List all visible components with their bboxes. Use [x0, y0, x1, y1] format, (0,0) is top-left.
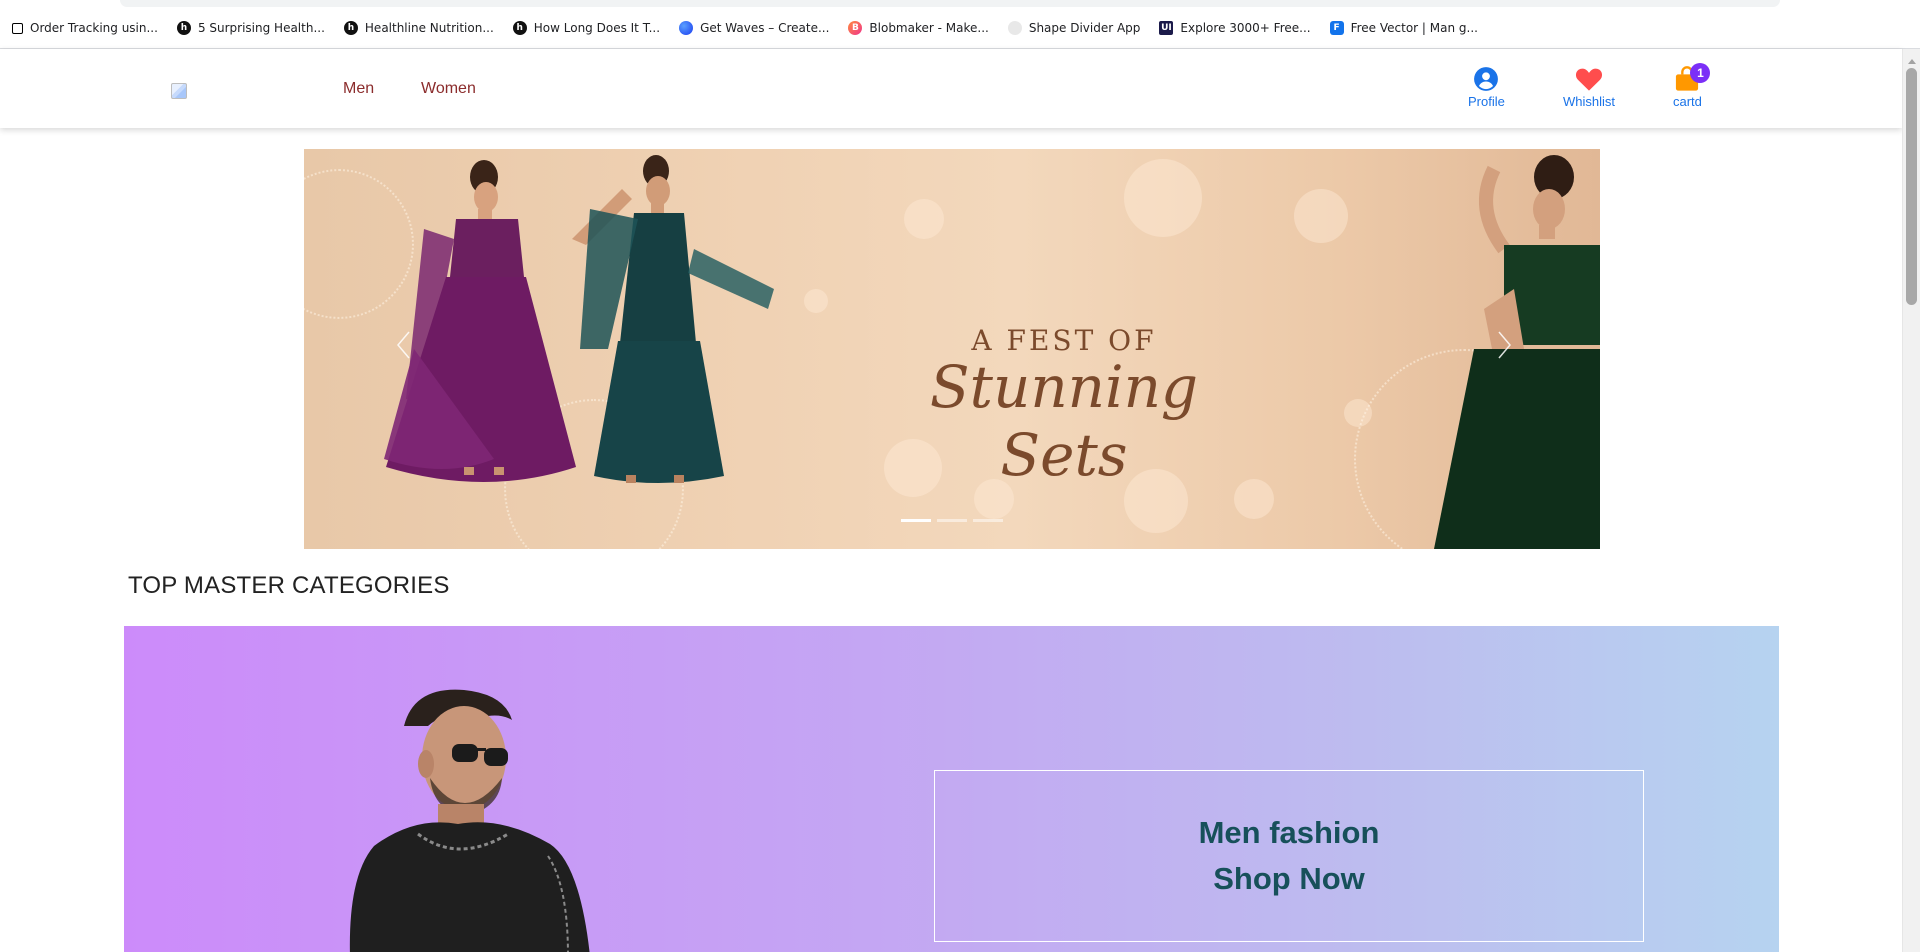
carousel-indicator[interactable] — [901, 519, 931, 522]
scrollbar-thumb[interactable] — [1906, 68, 1917, 305]
cart-button[interactable]: 1 cartd — [1673, 63, 1711, 109]
heart-icon — [1575, 68, 1603, 91]
bookmark-item[interactable]: Get Waves – Create... — [679, 18, 829, 38]
hero-carousel[interactable]: A FEST OF Stunning Sets — [304, 149, 1600, 549]
banner-headline: A FEST OF Stunning Sets — [874, 324, 1254, 489]
cart-label: cartd — [1673, 94, 1702, 109]
healthline-icon: h — [512, 21, 527, 35]
bookmarks-bar: Order Tracking usin... h 5 Surprising He… — [0, 0, 1920, 49]
profile-button[interactable]: Profile — [1468, 66, 1505, 109]
address-bar-edge — [120, 0, 1780, 7]
bookmark-item[interactable]: F Free Vector | Man g... — [1329, 18, 1478, 38]
bookmark-label: Free Vector | Man g... — [1350, 21, 1478, 35]
blobmaker-icon: B — [848, 21, 863, 35]
bookmark-item[interactable]: B Blobmaker - Make... — [848, 18, 989, 38]
banner-line-2: Stunning Sets — [929, 353, 1199, 489]
shop-now-box[interactable]: Men fashion Shop Now — [934, 770, 1644, 942]
bookmark-label: Blobmaker - Make... — [869, 21, 989, 35]
bookmark-label: How Long Does It T... — [533, 21, 661, 35]
men-model-illustration — [349, 689, 590, 952]
site-header: Men Women Profile Whishlist 1 cartd — [0, 49, 1902, 128]
profile-label: Profile — [1468, 94, 1505, 109]
bookmark-item[interactable]: h 5 Surprising Health... — [176, 18, 325, 38]
carousel-next-button[interactable] — [1484, 325, 1524, 365]
carousel-prev-button[interactable] — [384, 325, 424, 365]
broken-logo-image-icon[interactable] — [171, 83, 187, 99]
carousel-indicator[interactable] — [973, 519, 1003, 522]
uiverse-icon: UI — [1159, 21, 1174, 35]
section-title: TOP MASTER CATEGORIES — [128, 572, 450, 599]
bookmarks-list: Order Tracking usin... h 5 Surprising He… — [12, 18, 1497, 38]
bookmark-item[interactable]: Shape Divider App — [1007, 18, 1141, 38]
healthline-icon: h — [176, 21, 191, 35]
wishlist-button[interactable]: Whishlist — [1563, 66, 1615, 109]
chevron-left-icon — [397, 331, 410, 359]
bookmark-label: Healthline Nutrition... — [364, 21, 494, 35]
carousel-indicators — [901, 519, 1003, 522]
bookmark-item[interactable]: UI Explore 3000+ Free... — [1159, 18, 1311, 38]
bookmark-label: Shape Divider App — [1028, 21, 1141, 35]
chevron-right-icon — [1498, 331, 1511, 359]
bookmark-label: Explore 3000+ Free... — [1180, 21, 1311, 35]
bookmark-label: Order Tracking usin... — [30, 21, 158, 35]
nav-link-women[interactable]: Women — [421, 80, 476, 98]
category-title: Men fashion — [1198, 815, 1380, 850]
shop-now-link[interactable]: Shop Now — [1213, 856, 1365, 902]
codepen-icon — [12, 22, 23, 34]
shapedivider-icon — [1007, 21, 1022, 35]
profile-icon — [1474, 67, 1499, 91]
cart-count-badge: 1 — [1690, 63, 1711, 83]
nav-link-men[interactable]: Men — [343, 80, 374, 98]
bookmark-label: 5 Surprising Health... — [197, 21, 325, 35]
page-scrollbar[interactable] — [1902, 49, 1920, 952]
carousel-indicator[interactable] — [937, 519, 967, 522]
bookmark-item[interactable]: h How Long Does It T... — [512, 18, 661, 38]
bookmark-item[interactable]: Order Tracking usin... — [12, 18, 158, 38]
healthline-icon: h — [343, 21, 358, 35]
bookmark-item[interactable]: h Healthline Nutrition... — [343, 18, 494, 38]
waves-icon — [679, 21, 694, 35]
scroll-up-arrow-icon[interactable] — [1908, 59, 1916, 64]
bookmark-label: Get Waves – Create... — [700, 21, 830, 35]
category-card-men[interactable]: Men fashion Shop Now — [124, 626, 1779, 952]
freepik-icon: F — [1329, 21, 1344, 35]
wishlist-label: Whishlist — [1563, 94, 1616, 109]
